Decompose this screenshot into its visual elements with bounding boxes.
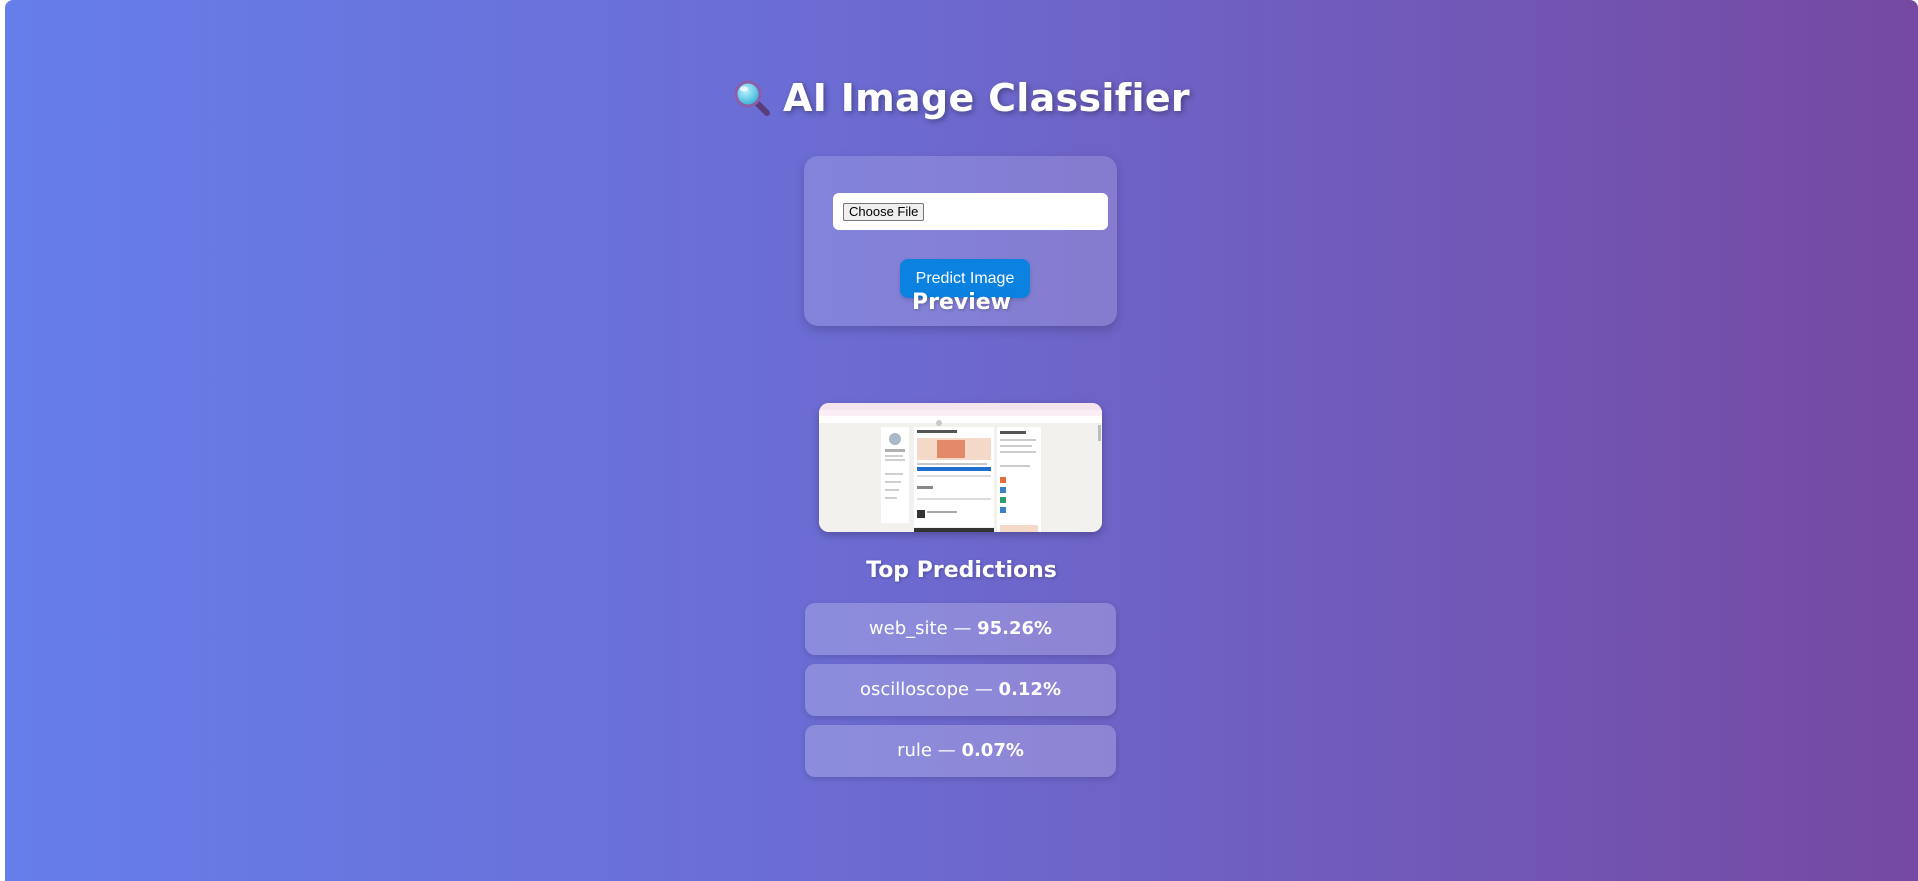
preview-heading: Preview xyxy=(911,290,1012,315)
prediction-label: oscilloscope xyxy=(860,679,970,700)
prediction-item: rule — 0.07% xyxy=(805,725,1116,777)
prediction-label: web_site xyxy=(868,618,948,639)
prediction-separator: — xyxy=(947,618,978,639)
magnifying-glass-icon xyxy=(733,79,771,117)
prediction-item: oscilloscope — 0.12% xyxy=(805,664,1116,716)
page-title-text: AI Image Classifier xyxy=(783,76,1190,120)
prediction-item: web_site — 95.26% xyxy=(805,603,1116,655)
prediction-percent: 95.26% xyxy=(977,618,1053,639)
choose-file-button[interactable]: Choose File xyxy=(843,203,925,221)
prediction-percent: 0.07% xyxy=(961,740,1024,761)
prediction-percent: 0.12% xyxy=(998,679,1061,700)
prediction-separator: — xyxy=(969,679,999,700)
prediction-list: web_site — 95.26% oscilloscope — 0.12% r… xyxy=(805,603,1116,786)
top-predictions-heading: Top Predictions xyxy=(866,558,1057,583)
app-background: AI Image Classifier Choose File Predict … xyxy=(5,0,1918,881)
preview-image xyxy=(819,403,1102,532)
prediction-label: rule xyxy=(897,740,932,761)
page-title: AI Image Classifier xyxy=(5,76,1918,120)
prediction-separator: — xyxy=(931,740,962,761)
file-input[interactable]: Choose File xyxy=(833,193,1108,230)
